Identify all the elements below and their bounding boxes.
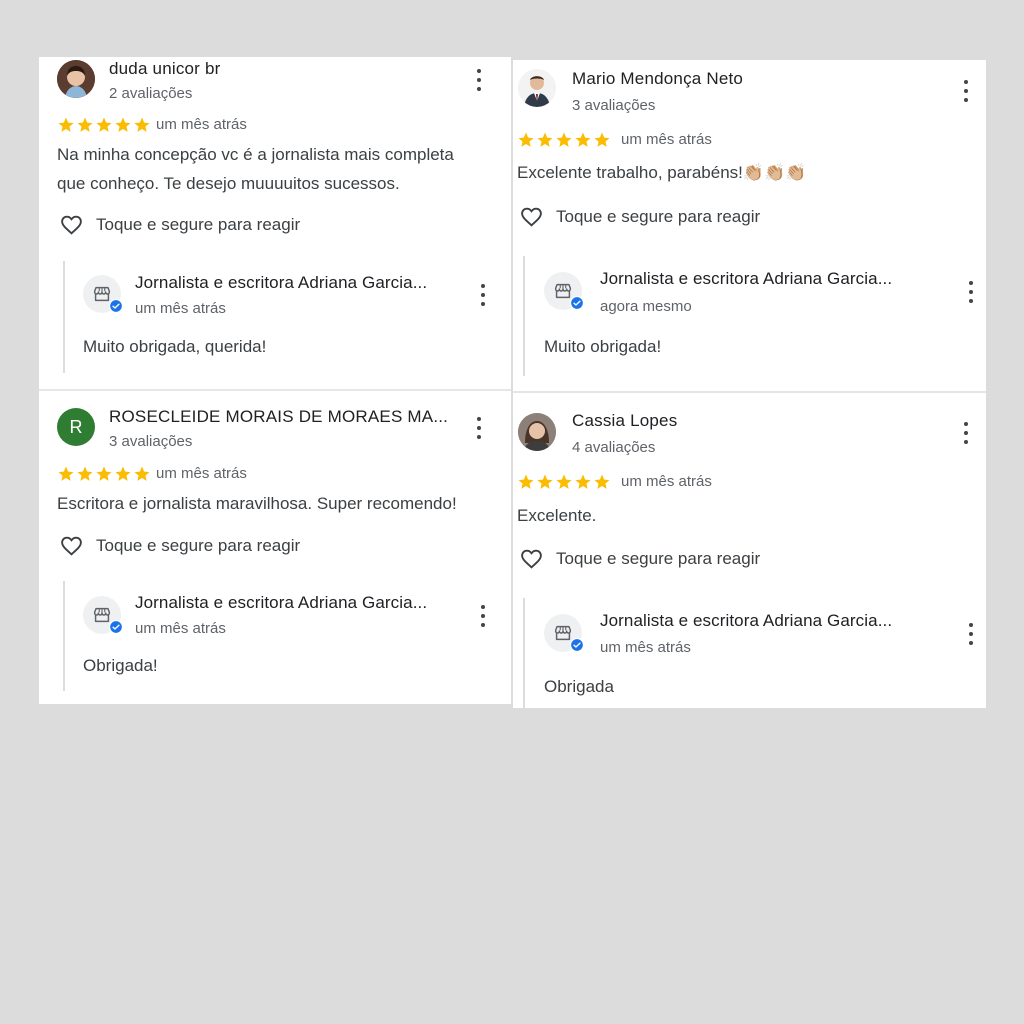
reply-indent-bar [63, 261, 65, 373]
owner-reply-date: um mês atrás [135, 620, 226, 637]
react-label: Toque e segure para reagir [96, 214, 301, 234]
react-button[interactable]: Toque e segure para reagir [59, 212, 300, 237]
reviewer-name[interactable]: Mario Mendonça Neto [572, 69, 902, 89]
star-rating [517, 131, 611, 149]
owner-avatar[interactable] [83, 596, 121, 634]
owner-reply-text: Muito obrigada, querida! [83, 337, 267, 356]
owner-avatar[interactable] [544, 614, 582, 652]
star-icon [517, 473, 535, 491]
review-date: um mês atrás [621, 131, 712, 148]
verified-icon [570, 638, 584, 652]
review-count: 2 avaliações [109, 85, 193, 102]
star-rating [517, 473, 611, 491]
star-icon [57, 465, 75, 483]
review-date: um mês atrás [156, 116, 247, 133]
owner-name[interactable]: Jornalista e escritora Adriana Garcia... [600, 269, 892, 289]
reviewer-avatar[interactable]: R [57, 408, 95, 446]
review-text: Excelente. [517, 501, 596, 530]
review-text: Excelente trabalho, parabéns!👏🏼👏🏼👏🏼 [517, 158, 806, 187]
right-review-panel: Mario Mendonça Neto 3 avaliações um mês … [513, 60, 986, 708]
reply-indent-bar [523, 256, 525, 376]
reviewer-avatar[interactable] [57, 60, 95, 98]
verified-icon [109, 620, 123, 634]
owner-reply-date: um mês atrás [135, 300, 226, 317]
star-icon [133, 116, 151, 134]
star-icon [555, 131, 573, 149]
star-icon [95, 116, 113, 134]
react-button[interactable]: Toque e segure para reagir [519, 546, 760, 571]
owner-name[interactable]: Jornalista e escritora Adriana Garcia... [600, 611, 892, 631]
reviewer-avatar[interactable] [518, 69, 556, 107]
review-text: Escritora e jornalista maravilhosa. Supe… [57, 489, 457, 518]
more-options-icon[interactable] [963, 422, 969, 444]
review-card: duda unicor br 2 avaliações um mês atrás… [39, 57, 511, 389]
reviewer-name[interactable]: duda unicor br [109, 59, 439, 79]
review-card: R ROSECLEIDE MORAIS DE MORAES MA... 3 av… [39, 391, 511, 704]
star-icon [95, 465, 113, 483]
owner-more-options-icon[interactable] [968, 623, 974, 645]
star-icon [517, 131, 535, 149]
star-icon [133, 465, 151, 483]
owner-name[interactable]: Jornalista e escritora Adriana Garcia... [135, 273, 427, 293]
star-icon [536, 473, 554, 491]
react-button[interactable]: Toque e segure para reagir [519, 204, 760, 229]
star-icon [593, 131, 611, 149]
heart-icon [59, 533, 84, 558]
star-icon [76, 116, 94, 134]
review-text: Na minha concepção vc é a jornalista mai… [57, 140, 454, 198]
owner-reply-text: Obrigada! [83, 656, 158, 675]
star-icon [57, 116, 75, 134]
heart-icon [59, 212, 84, 237]
review-date: um mês atrás [621, 473, 712, 490]
review-count: 3 avaliações [109, 433, 193, 450]
review-text-line: Excelente trabalho, parabéns!👏🏼👏🏼👏🏼 [517, 163, 807, 182]
owner-name[interactable]: Jornalista e escritora Adriana Garcia... [135, 593, 427, 613]
star-icon [555, 473, 573, 491]
reply-indent-bar [523, 598, 525, 708]
react-button[interactable]: Toque e segure para reagir [59, 533, 300, 558]
star-icon [593, 473, 611, 491]
star-icon [574, 131, 592, 149]
star-icon [574, 473, 592, 491]
star-icon [536, 131, 554, 149]
owner-more-options-icon[interactable] [968, 281, 974, 303]
owner-reply-date: um mês atrás [600, 639, 691, 656]
review-text-line: Escritora e jornalista maravilhosa. Supe… [57, 494, 457, 513]
owner-avatar[interactable] [544, 272, 582, 310]
review-text-line: que conheço. Te desejo muuuuitos sucesso… [57, 174, 400, 193]
review-card: Cassia Lopes 4 avaliações um mês atrás E… [513, 393, 986, 708]
react-label: Toque e segure para reagir [96, 535, 301, 555]
star-icon [114, 465, 132, 483]
reviewer-avatar[interactable] [518, 413, 556, 451]
owner-reply-text: Obrigada [544, 677, 614, 696]
verified-icon [570, 296, 584, 310]
react-label: Toque e segure para reagir [556, 206, 761, 226]
verified-icon [109, 299, 123, 313]
review-date: um mês atrás [156, 465, 247, 482]
heart-icon [519, 546, 544, 571]
star-rating [57, 116, 151, 134]
review-count: 4 avaliações [572, 439, 656, 456]
left-review-panel: duda unicor br 2 avaliações um mês atrás… [39, 57, 511, 704]
more-options-icon[interactable] [963, 80, 969, 102]
reviewer-name[interactable]: Cassia Lopes [572, 411, 902, 431]
owner-reply-text: Muito obrigada! [544, 337, 662, 356]
review-text-line: Na minha concepção vc é a jornalista mai… [57, 145, 454, 164]
owner-more-options-icon[interactable] [480, 605, 486, 627]
owner-avatar[interactable] [83, 275, 121, 313]
reply-indent-bar [63, 581, 65, 691]
star-rating [57, 465, 151, 483]
more-options-icon[interactable] [476, 69, 482, 91]
reviewer-name[interactable]: ROSECLEIDE MORAIS DE MORAES MA... [109, 407, 449, 427]
star-icon [76, 465, 94, 483]
owner-more-options-icon[interactable] [480, 284, 486, 306]
owner-reply-date: agora mesmo [600, 298, 692, 315]
review-count: 3 avaliações [572, 97, 656, 114]
more-options-icon[interactable] [476, 417, 482, 439]
react-label: Toque e segure para reagir [556, 548, 761, 568]
review-text-line: Excelente. [517, 506, 597, 525]
review-card: Mario Mendonça Neto 3 avaliações um mês … [513, 60, 986, 391]
heart-icon [519, 204, 544, 229]
star-icon [114, 116, 132, 134]
